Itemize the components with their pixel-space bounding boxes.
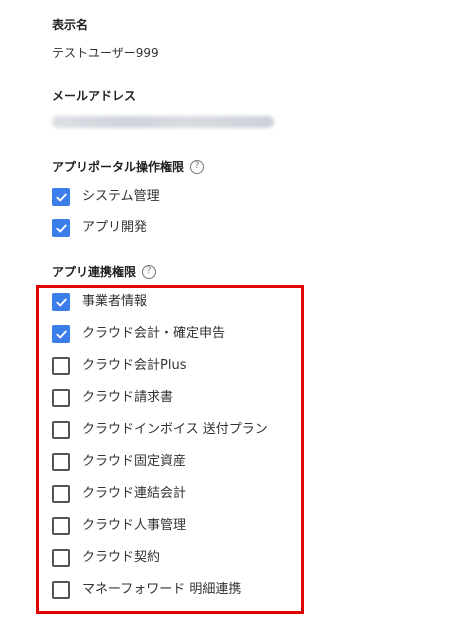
- checkbox-unchecked[interactable]: [52, 549, 70, 567]
- display-name-value: テストユーザー999: [52, 46, 159, 60]
- checkbox-label: クラウド請求書: [82, 390, 174, 405]
- checkbox-unchecked[interactable]: [52, 421, 70, 439]
- checkbox-label: システム管理: [82, 189, 160, 204]
- checkbox-label: 事業者情報: [82, 294, 148, 309]
- checkbox-row-cloud-fixed-assets[interactable]: クラウド固定資産: [52, 452, 186, 472]
- portal-permissions-label-text: アプリポータル操作権限: [52, 160, 185, 174]
- checkbox-label: アプリ開発: [82, 220, 148, 235]
- checkbox-row-system-admin[interactable]: システム管理: [52, 187, 160, 207]
- portal-permissions-label: アプリポータル操作権限?: [52, 159, 205, 175]
- help-icon[interactable]: ?: [190, 159, 205, 174]
- user-permission-form: 表示名 テストユーザー999 メールアドレス アプリポータル操作権限? システム…: [0, 0, 456, 631]
- checkbox-label: クラウドインボイス 送付プラン: [82, 422, 268, 437]
- checkbox-row-cloud-hr[interactable]: クラウド人事管理: [52, 516, 186, 536]
- checkbox-row-cloud-invoice-send-plan[interactable]: クラウドインボイス 送付プラン: [52, 420, 268, 440]
- checkbox-checked[interactable]: [52, 219, 70, 237]
- checkbox-row-cloud-invoice[interactable]: クラウド請求書: [52, 388, 173, 408]
- app-permissions-label-text: アプリ連携権限: [52, 265, 137, 279]
- checkbox-label: クラウド固定資産: [82, 454, 187, 469]
- checkbox-checked[interactable]: [52, 325, 70, 343]
- checkbox-unchecked[interactable]: [52, 581, 70, 599]
- checkbox-unchecked[interactable]: [52, 389, 70, 407]
- help-icon[interactable]: ?: [142, 264, 157, 279]
- checkbox-unchecked[interactable]: [52, 485, 70, 503]
- checkbox-row-cloud-accounting-plus[interactable]: クラウド会計Plus: [52, 356, 186, 376]
- checkbox-unchecked[interactable]: [52, 453, 70, 471]
- checkbox-checked[interactable]: [52, 188, 70, 206]
- display-name-label: 表示名: [52, 18, 89, 32]
- checkbox-unchecked[interactable]: [52, 517, 70, 535]
- checkbox-row-app-development[interactable]: アプリ開発: [52, 218, 147, 238]
- checkbox-label: クラウド契約: [82, 550, 161, 565]
- checkbox-label: クラウド人事管理: [82, 518, 187, 533]
- checkbox-unchecked[interactable]: [52, 357, 70, 375]
- checkbox-row-cloud-accounting-tax[interactable]: クラウド会計・確定申告: [52, 324, 225, 344]
- email-value-redacted: [52, 116, 274, 128]
- checkbox-label: クラウド会計・確定申告: [82, 326, 226, 341]
- checkbox-row-moneyforward-statement-link[interactable]: マネーフォワード 明細連携: [52, 580, 241, 600]
- checkbox-row-business-info[interactable]: 事業者情報: [52, 292, 147, 312]
- checkbox-checked[interactable]: [52, 293, 70, 311]
- email-label: メールアドレス: [52, 89, 137, 103]
- checkbox-label: クラウド連結会計: [82, 486, 187, 501]
- app-permissions-label: アプリ連携権限?: [52, 264, 157, 280]
- checkbox-label: クラウド会計Plus: [82, 358, 187, 373]
- checkbox-row-cloud-contract[interactable]: クラウド契約: [52, 548, 160, 568]
- checkbox-label: マネーフォワード 明細連携: [82, 582, 242, 597]
- checkbox-row-cloud-consolidated-accounting[interactable]: クラウド連結会計: [52, 484, 186, 504]
